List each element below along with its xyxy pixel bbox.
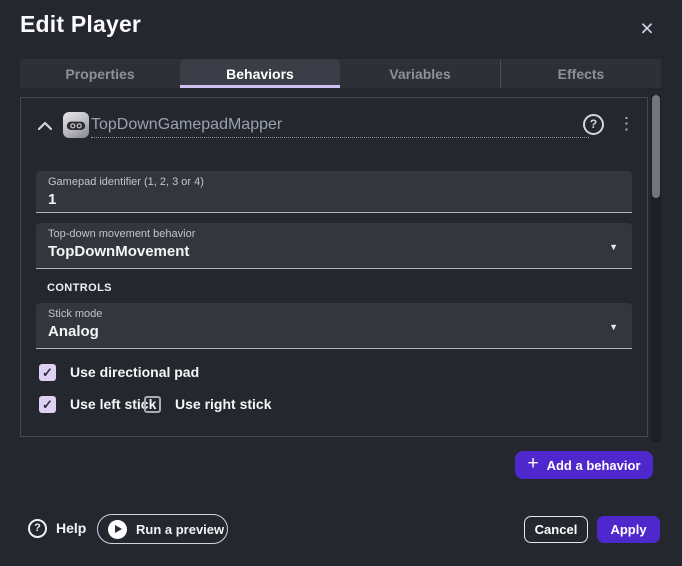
help-button[interactable]: ? Help — [24, 514, 94, 542]
page-title: Edit Player — [20, 11, 141, 38]
gamepad-behavior-icon — [63, 112, 89, 138]
gamepad-identifier-field[interactable]: Gamepad identifier (1, 2, 3 or 4) 1 — [36, 171, 632, 213]
field-label: Gamepad identifier (1, 2, 3 or 4) — [48, 176, 620, 188]
chevron-down-icon: ▼ — [609, 322, 618, 332]
run-preview-button[interactable]: Run a preview — [97, 514, 228, 544]
tab-properties[interactable]: Properties — [20, 59, 180, 88]
checkbox-row: ✓ Use left stick Use right stick — [21, 396, 647, 414]
scrollbar-track[interactable] — [651, 95, 661, 442]
collapse-behavior-button[interactable] — [35, 117, 55, 135]
field-value: 1 — [48, 191, 620, 208]
checkbox-label[interactable]: Use right stick — [175, 396, 271, 413]
close-icon[interactable]: × — [633, 15, 661, 43]
apply-button[interactable]: Apply — [597, 516, 660, 543]
topdown-movement-select[interactable]: Top-down movement behavior TopDownMoveme… — [36, 223, 632, 269]
cancel-button[interactable]: Cancel — [524, 516, 588, 543]
add-behavior-label: Add a behavior — [547, 458, 641, 473]
checkbox-row: ✓ Use directional pad — [21, 364, 647, 382]
behavior-name-input[interactable]: TopDownGamepadMapper — [91, 113, 589, 138]
behavior-help-icon[interactable]: ? — [583, 114, 604, 135]
use-right-stick-checkbox[interactable] — [144, 396, 161, 413]
use-left-stick-checkbox[interactable]: ✓ — [39, 396, 56, 413]
stick-mode-select[interactable]: Stick mode Analog ▼ — [36, 303, 632, 349]
field-label: Top-down movement behavior — [48, 228, 620, 240]
use-directional-pad-checkbox[interactable]: ✓ — [39, 364, 56, 381]
play-icon — [108, 520, 127, 539]
field-label: Stick mode — [48, 308, 620, 320]
plus-icon: + — [527, 453, 538, 475]
run-preview-label: Run a preview — [136, 522, 224, 537]
edit-player-dialog: Edit Player × Properties Behaviors Varia… — [0, 0, 682, 566]
tab-bar: Properties Behaviors Variables Effects — [20, 59, 661, 88]
field-value: Analog — [48, 323, 620, 340]
chevron-down-icon: ▼ — [609, 242, 618, 252]
controls-section-title: CONTROLS — [47, 282, 112, 294]
tab-behaviors[interactable]: Behaviors — [180, 59, 340, 88]
help-label: Help — [56, 520, 86, 536]
tab-variables[interactable]: Variables — [340, 59, 500, 88]
help-icon: ? — [28, 519, 47, 538]
field-value: TopDownMovement — [48, 243, 620, 260]
behavior-menu-icon[interactable]: ⋮ — [618, 112, 634, 136]
tab-effects[interactable]: Effects — [500, 59, 661, 88]
add-behavior-button[interactable]: + Add a behavior — [515, 451, 653, 479]
behavior-card: TopDownGamepadMapper ? ⋮ Gamepad identif… — [20, 97, 648, 437]
checkbox-label[interactable]: Use directional pad — [70, 364, 199, 381]
chevron-up-icon — [38, 117, 52, 135]
scrollbar-thumb[interactable] — [652, 95, 660, 198]
